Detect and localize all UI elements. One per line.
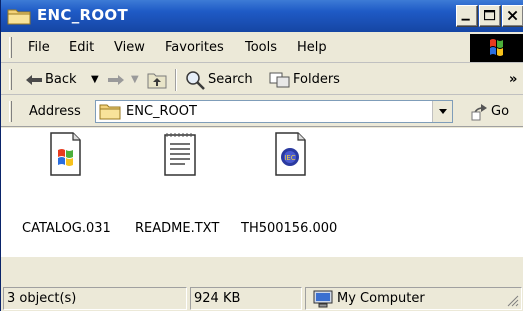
- status-bar: 3 object(s) 924 KB My Computer: [1, 256, 523, 311]
- minimize-icon: [461, 18, 470, 21]
- iec-file-icon: IEC: [275, 132, 306, 176]
- toolbar-separator: [175, 69, 177, 91]
- file-list[interactable]: CATALOG.031 README.TXT IEC TH500156.000: [1, 128, 523, 256]
- search-icon: [186, 71, 205, 90]
- address-input[interactable]: ENC_ROOT: [95, 100, 453, 123]
- go-button[interactable]: Go: [491, 104, 509, 119]
- windows-logo-icon: [490, 39, 503, 56]
- folder-icon: [7, 9, 31, 25]
- status-objects-panel: 3 object(s): [3, 287, 187, 310]
- folder-icon: [99, 104, 121, 120]
- address-dropdown-button[interactable]: [432, 101, 452, 122]
- menubar-grip[interactable]: [9, 37, 12, 58]
- application-file-icon: [50, 132, 81, 176]
- back-button[interactable]: Back: [45, 72, 77, 87]
- explorer-window: ENC_ROOT File Edit View Favorites Tools …: [0, 0, 523, 311]
- status-location: My Computer: [337, 291, 425, 306]
- resize-grip-icon[interactable]: [505, 293, 519, 307]
- status-location-panel: My Computer: [305, 287, 522, 310]
- maximize-button[interactable]: [479, 5, 501, 27]
- text-file-icon: [164, 133, 196, 176]
- menu-bar: File Edit View Favorites Tools Help: [1, 32, 523, 63]
- menu-tools[interactable]: Tools: [245, 40, 277, 55]
- address-bar: Address ENC_ROOT Go: [1, 96, 523, 127]
- up-folder-icon[interactable]: [147, 71, 167, 89]
- file-name-readme[interactable]: README.TXT: [135, 221, 219, 236]
- standard-toolbar: Back ▼ ▼ Search Folders »: [1, 64, 523, 95]
- status-size: 924 KB: [194, 291, 241, 306]
- windows-logo: [470, 34, 523, 62]
- back-arrow-icon: [26, 75, 42, 85]
- window-title: ENC_ROOT: [37, 6, 128, 24]
- menu-favorites[interactable]: Favorites: [165, 40, 224, 55]
- close-icon: [507, 10, 518, 21]
- forward-dropdown-icon[interactable]: ▼: [131, 74, 139, 85]
- file-name-catalog[interactable]: CATALOG.031: [22, 221, 111, 236]
- toolbar-grip[interactable]: [9, 69, 12, 90]
- maximize-icon: [484, 10, 496, 21]
- menu-file[interactable]: File: [28, 40, 50, 55]
- close-button[interactable]: [502, 5, 523, 27]
- addressbar-grip[interactable]: [9, 101, 12, 122]
- status-size-panel: 924 KB: [190, 287, 302, 310]
- svg-text:IEC: IEC: [284, 154, 295, 162]
- file-name-th500156[interactable]: TH500156.000: [241, 221, 337, 236]
- toolbar-overflow-button[interactable]: »: [509, 72, 517, 87]
- folders-button[interactable]: Folders: [293, 72, 340, 87]
- back-dropdown-icon[interactable]: ▼: [91, 74, 99, 85]
- address-value[interactable]: ENC_ROOT: [126, 104, 197, 119]
- my-computer-icon: [313, 290, 333, 308]
- forward-arrow-icon[interactable]: [107, 74, 125, 86]
- menu-edit[interactable]: Edit: [69, 40, 94, 55]
- search-button[interactable]: Search: [208, 72, 253, 87]
- folders-icon: [269, 72, 290, 88]
- title-bar[interactable]: ENC_ROOT: [1, 0, 523, 32]
- minimize-button[interactable]: [456, 5, 478, 27]
- go-arrow-icon[interactable]: [471, 102, 491, 122]
- address-label: Address: [29, 104, 81, 119]
- menu-view[interactable]: View: [114, 40, 145, 55]
- status-objects: 3 object(s): [7, 291, 77, 306]
- menu-help[interactable]: Help: [297, 40, 327, 55]
- chevron-down-icon: [439, 109, 447, 114]
